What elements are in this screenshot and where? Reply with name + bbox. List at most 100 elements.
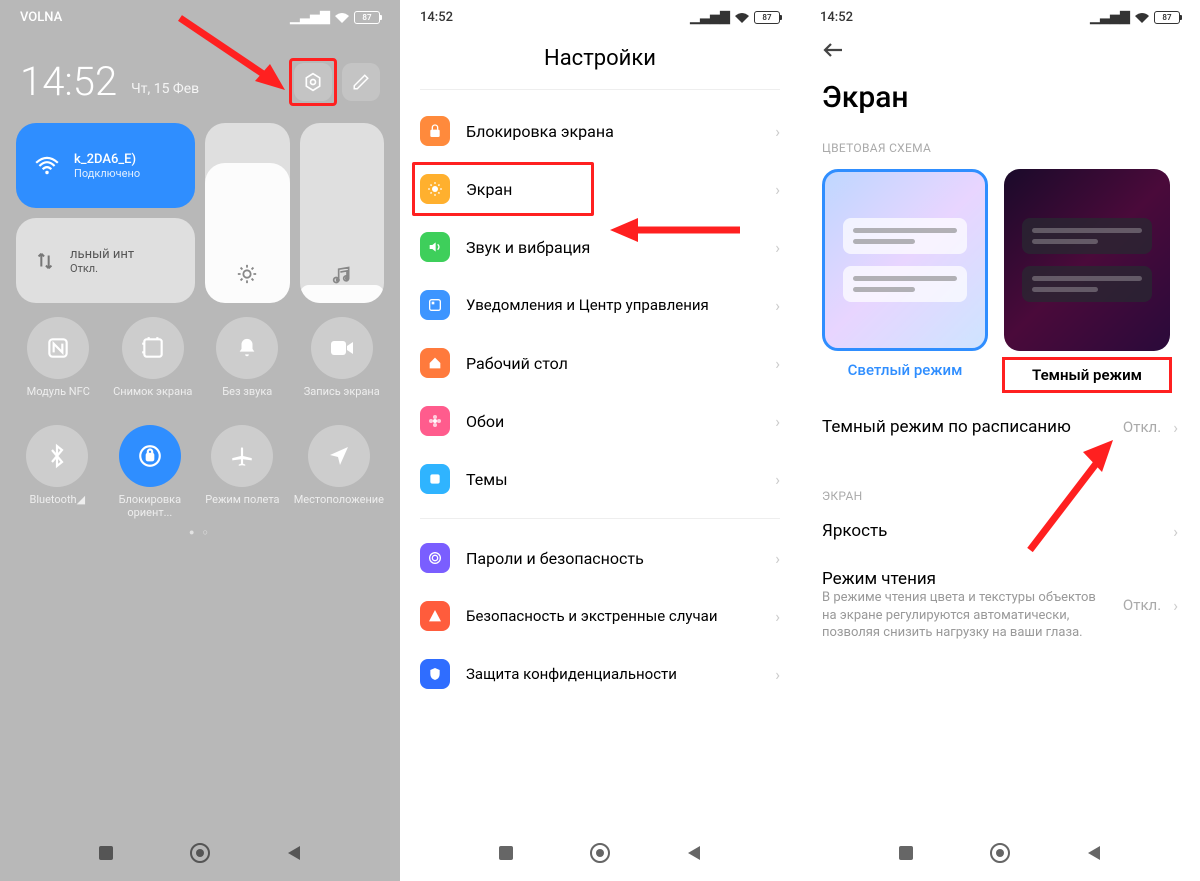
data-label: льный инт [70, 247, 134, 262]
battery-icon: 87 [754, 11, 780, 24]
mobile-data-tile[interactable]: льный инт Откл. [16, 218, 195, 303]
settings-item-security[interactable]: Пароли и безопасность› [406, 529, 794, 587]
page-dots: ● ○ [0, 519, 400, 538]
shield-icon [420, 659, 450, 689]
annotation-highlight [289, 58, 337, 106]
data-status: Откл. [70, 262, 134, 275]
settings-item-themes[interactable]: Темы› [406, 450, 794, 508]
flower-icon [420, 406, 450, 436]
settings-item-notifications[interactable]: Уведомления и Центр управления› [406, 276, 794, 334]
brightness-row[interactable]: Яркость › [800, 507, 1200, 555]
nav-back[interactable] [1086, 844, 1102, 866]
signal-icon: ▁▃▅▇ [690, 10, 730, 25]
settings-item-display[interactable]: Экран› [406, 160, 794, 218]
lock-icon [420, 116, 450, 146]
annotation-highlight [412, 162, 594, 216]
settings-item-emergency[interactable]: Безопасность и экстренные случаи› [406, 587, 794, 645]
status-bar: VOLNA ▁▃▅▇ 87 [0, 0, 400, 30]
nav-recents[interactable] [898, 845, 914, 865]
status-time: 14:52 [420, 10, 453, 25]
section-header: ЦВЕТОВАЯ СХЕМА [800, 137, 1200, 159]
edit-button[interactable] [342, 63, 380, 101]
dark-mode-schedule-row[interactable]: Темный режим по расписанию Откл. › [800, 403, 1200, 451]
volume-slider[interactable] [300, 123, 385, 303]
wifi-icon [34, 156, 60, 176]
chevron-right-icon: › [1173, 522, 1178, 541]
wifi-tile[interactable]: k_2DA6_E) Подключено [16, 123, 195, 208]
nav-home[interactable] [989, 842, 1011, 868]
qs-orientation-lock[interactable]: Блокировка ориент... [109, 425, 192, 519]
settings-list: Блокировка экрана› Экран› Звук и вибраци… [400, 90, 800, 703]
brightness-icon [236, 263, 258, 289]
wifi-status: Подключено [74, 167, 140, 180]
qs-screenshot[interactable]: Снимок экрана [111, 317, 196, 411]
dark-mode-card[interactable]: Темный режим [1004, 169, 1170, 393]
qs-mute[interactable]: Без звука [205, 317, 290, 411]
qs-record[interactable]: Запись экрана [300, 317, 385, 411]
clock-date: Чт, 15 Фев [131, 81, 199, 97]
chevron-right-icon: › [775, 470, 780, 489]
status-bar: 14:52 ▁▃▅▇ 87 [800, 0, 1200, 30]
page-title: Настройки [400, 30, 800, 89]
chevron-right-icon: › [775, 180, 780, 199]
chevron-right-icon: › [775, 122, 780, 141]
carrier-label: VOLNA [20, 10, 62, 25]
signal-icon: ▁▃▅▇ [290, 10, 330, 25]
wifi-icon [734, 12, 750, 24]
warning-icon [420, 601, 450, 631]
phone-control-center: VOLNA ▁▃▅▇ 87 14:52 Чт, 15 Фев k_2DA6_E)… [0, 0, 400, 881]
nav-bar [400, 829, 800, 881]
chevron-right-icon: › [775, 354, 780, 373]
nav-bar [0, 829, 400, 881]
settings-item-wallpaper[interactable]: Обои› [406, 392, 794, 450]
nav-home[interactable] [589, 842, 611, 868]
back-button[interactable] [800, 30, 1200, 62]
battery-icon: 87 [354, 11, 380, 24]
themes-icon [420, 464, 450, 494]
qs-airplane[interactable]: Режим полета [201, 425, 284, 519]
fingerprint-icon [420, 543, 450, 573]
data-arrows-icon [34, 250, 56, 272]
nav-recents[interactable] [98, 845, 114, 865]
chevron-right-icon: › [1173, 596, 1178, 615]
brightness-slider[interactable] [205, 123, 290, 303]
wifi-icon [1134, 12, 1150, 24]
speaker-icon [420, 232, 450, 262]
settings-item-home[interactable]: Рабочий стол› [406, 334, 794, 392]
chevron-right-icon: › [775, 607, 780, 626]
wifi-ssid: k_2DA6_E) [74, 152, 140, 167]
qs-bluetooth[interactable]: Bluetooth◢ [16, 425, 99, 519]
chevron-right-icon: › [775, 549, 780, 568]
chevron-right-icon: › [775, 412, 780, 431]
status-bar: 14:52 ▁▃▅▇ 87 [400, 0, 800, 30]
settings-item-sound[interactable]: Звук и вибрация› [406, 218, 794, 276]
phone-display-settings: 14:52 ▁▃▅▇ 87 Экран ЦВЕТОВАЯ СХЕМА Светл… [800, 0, 1200, 881]
settings-gear-button[interactable] [294, 63, 332, 101]
clock-time: 14:52 [20, 58, 117, 105]
section-header: ЭКРАН [800, 485, 1200, 507]
reading-mode-row[interactable]: Режим чтения В режиме чтения цвета и тек… [800, 555, 1200, 656]
nav-back[interactable] [286, 844, 302, 866]
page-title: Экран [800, 62, 1200, 137]
nav-recents[interactable] [498, 845, 514, 865]
qs-location[interactable]: Местоположение [294, 425, 384, 519]
phone-settings: 14:52 ▁▃▅▇ 87 Настройки Блокировка экран… [400, 0, 800, 881]
chevron-right-icon: › [775, 665, 780, 684]
battery-icon: 87 [1154, 11, 1180, 24]
settings-item-privacy[interactable]: Защита конфиденциальности› [406, 645, 794, 703]
chevron-right-icon: › [775, 238, 780, 257]
signal-icon: ▁▃▅▇ [1090, 10, 1130, 25]
notifications-icon [420, 290, 450, 320]
home-icon [420, 348, 450, 378]
settings-item-lockscreen[interactable]: Блокировка экрана› [406, 102, 794, 160]
music-icon [332, 265, 352, 289]
status-time: 14:52 [820, 10, 853, 25]
light-mode-card[interactable]: Светлый режим [822, 169, 988, 393]
dark-mode-label: Темный режим [1002, 357, 1172, 393]
light-mode-label: Светлый режим [822, 351, 988, 389]
nav-back[interactable] [686, 844, 702, 866]
chevron-right-icon: › [1173, 418, 1178, 437]
nav-bar [800, 829, 1200, 881]
qs-nfc[interactable]: Модуль NFC [16, 317, 101, 411]
nav-home[interactable] [189, 842, 211, 868]
